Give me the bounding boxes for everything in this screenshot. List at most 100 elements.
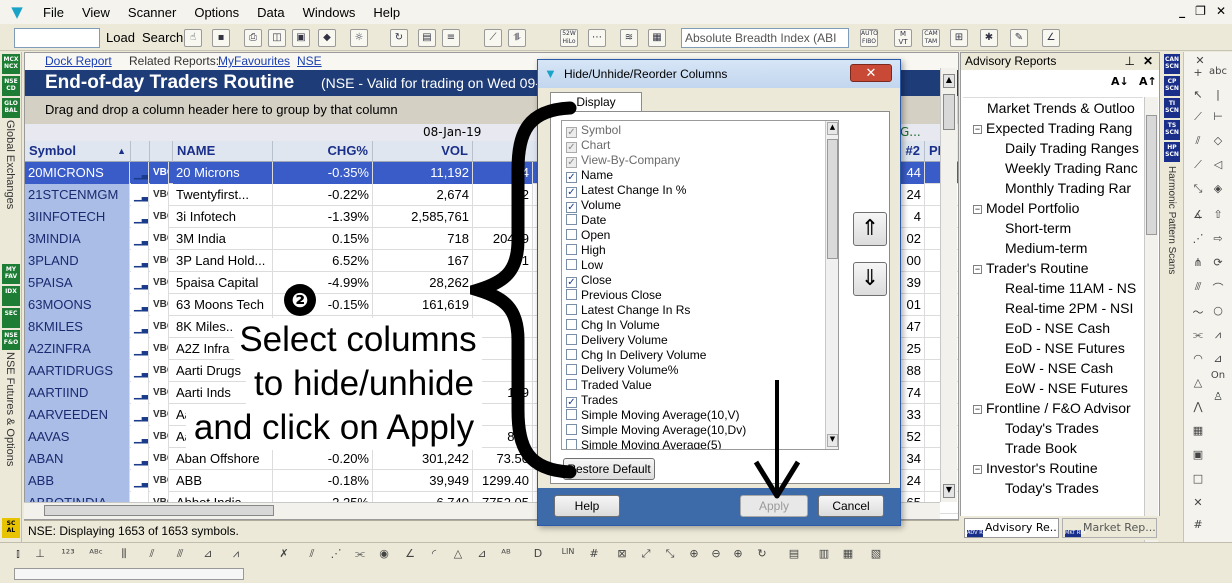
panel-close-icon[interactable]: ✕ (1143, 53, 1153, 69)
angle2-tool-icon[interactable]: ∠ (400, 547, 420, 563)
sec-badge[interactable]: SEC (2, 308, 20, 328)
tree-item[interactable]: EoD - NSE Cash (1005, 320, 1110, 336)
chart-cell[interactable]: ▁▃▅ (131, 470, 149, 492)
save-icon[interactable]: ▪ (212, 29, 230, 47)
vbc-icon[interactable]: VBC (153, 321, 168, 332)
scroll-thumb[interactable] (943, 94, 955, 130)
arc3-tool-icon[interactable]: ◜ (424, 547, 444, 563)
refresh-icon[interactable]: ↻ (390, 29, 408, 47)
tree-item[interactable]: Real-time 2PM - NSI (1005, 300, 1133, 316)
vbc-icon[interactable]: VBC (153, 365, 168, 376)
vbc-cell[interactable]: VBC (150, 448, 169, 470)
vbc-icon[interactable]: VBC (153, 343, 168, 354)
column-checkbox-item[interactable]: Delivery Volume (566, 333, 668, 348)
hash-tool-icon[interactable]: # (1188, 518, 1208, 536)
list-scroll-down-icon[interactable]: ▼ (827, 434, 838, 447)
shrink-tool-icon[interactable]: ⤡ (660, 547, 680, 563)
vbc-icon[interactable]: VBC (153, 255, 168, 266)
cross2-tool-icon[interactable]: ✗ (274, 547, 294, 563)
vbc-cell[interactable]: VBC (150, 250, 169, 272)
chart-cell[interactable]: ▁▃▅ (131, 338, 149, 360)
column-checkbox-item[interactable]: Simple Moving Average(10,Dv) (566, 423, 746, 438)
tree-item[interactable]: Today's Trades (1005, 480, 1099, 496)
vbc-cell[interactable]: VBC (150, 426, 169, 448)
hp-scan-badge[interactable]: HP SCN (1164, 142, 1180, 162)
on-toggle[interactable]: On (1208, 370, 1228, 388)
cp-scan-badge[interactable]: CP SCN (1164, 76, 1180, 96)
chart-cell[interactable]: ▁▃▅ (131, 360, 149, 382)
angle-icon[interactable]: ∠ (1042, 29, 1060, 47)
ruler-tool-icon[interactable]: ⊥ (30, 547, 50, 563)
ray-tool-icon[interactable]: ⟋ (1188, 110, 1208, 128)
vbc-cell[interactable]: VBC (150, 272, 169, 294)
print-icon[interactable]: ⎙ (244, 29, 262, 47)
more-icon[interactable]: ⋯ (588, 29, 606, 47)
vbc-cell[interactable]: VBC (150, 184, 169, 206)
my-fav-badge[interactable]: MY FAV (2, 264, 20, 284)
chart-cell[interactable]: ▁▃▅ (131, 382, 149, 404)
preview-icon[interactable]: ◫ (268, 29, 286, 47)
triangle-tool-icon[interactable]: △ (1188, 376, 1208, 394)
vbc-cell[interactable]: VBC (150, 228, 169, 250)
abc-tool-icon[interactable]: ᴬᴮᶜ (86, 547, 106, 563)
bands-icon[interactable]: ≋ (620, 29, 638, 47)
tree-item[interactable]: Real-time 11AM - NS (1005, 280, 1136, 296)
grid-tool-icon[interactable]: ▦ (1188, 424, 1208, 442)
mini-chart-icon[interactable]: ▁▃▅ (134, 257, 148, 268)
mini-chart-icon[interactable]: ▁▃▅ (134, 301, 148, 312)
hscroll-thumb[interactable] (44, 505, 274, 516)
numbers-tool-icon[interactable]: ¹²³ (58, 547, 78, 563)
col-header-vbc[interactable] (150, 141, 173, 162)
col-header-name[interactable]: NAME (173, 141, 273, 162)
vbc-icon[interactable]: VBC (153, 475, 168, 486)
vbc-cell[interactable]: VBC (150, 206, 169, 228)
shape-tool-icon[interactable]: ◇ (1208, 134, 1228, 152)
vbc-icon[interactable]: VBC (153, 167, 168, 178)
vbc-cell[interactable]: VBC (150, 162, 169, 184)
tree-item[interactable]: Trade Book (1005, 440, 1077, 456)
column-checkbox-item[interactable]: ✓ Latest Change In % (566, 183, 686, 198)
symbol-cell[interactable]: 5PAISA (25, 272, 130, 294)
tab-advisory-reports[interactable]: ADV REPAdvisory Re... (964, 518, 1059, 538)
scroll-down-icon[interactable]: ▼ (943, 484, 955, 498)
cam-tam-icon[interactable]: CAM TAM (922, 29, 940, 47)
mini-chart-icon[interactable]: ▁▃▅ (134, 323, 148, 334)
menu-file[interactable]: File (34, 5, 73, 20)
column-checkbox-item[interactable]: ✓ View-By-Company (566, 153, 680, 168)
sort-az-button[interactable]: A↓ (1111, 75, 1129, 88)
vbc-icon[interactable]: VBC (153, 277, 168, 288)
d-tool-icon[interactable]: D (528, 547, 548, 563)
load-button[interactable]: Load (102, 28, 139, 48)
can-scan-badge[interactable]: CAN SCN (1164, 54, 1180, 74)
ti-scan-badge[interactable]: TI SCN (1164, 98, 1180, 118)
step-tool-icon[interactable]: ⊿ (198, 547, 218, 563)
advisory-scrollbar[interactable] (1144, 97, 1158, 542)
cycle-tool-icon[interactable]: ⟳ (1208, 256, 1228, 274)
list-scroll-thumb[interactable] (827, 139, 838, 259)
fib-circle-icon[interactable]: ◉ (374, 547, 394, 563)
doc3-icon[interactable]: ▦ (838, 547, 858, 563)
scal-badge[interactable]: SC AL (2, 518, 20, 538)
mini-chart-icon[interactable]: ▁▃▅ (134, 367, 148, 378)
tools-icon[interactable]: ✎ (1010, 29, 1028, 47)
column-checkbox-item[interactable]: Chg In Delivery Volume (566, 348, 706, 363)
tri-tool-icon[interactable]: △ (448, 547, 468, 563)
tree-item[interactable]: − Frontline / F&O Advisor (973, 400, 1131, 416)
col-header-symbol[interactable]: Symbol ▲ (25, 141, 131, 162)
hash2-tool-icon[interactable]: # (584, 547, 604, 563)
tree-item[interactable]: EoW - NSE Futures (1005, 380, 1128, 396)
tree-item[interactable]: Market Trends & Outloo (987, 100, 1135, 116)
mini-chart-icon[interactable]: ▁▃▅ (134, 455, 148, 466)
vbc-cell[interactable]: VBC (150, 360, 169, 382)
chart-cell[interactable]: ▁▃▅ (131, 448, 149, 470)
doc2-icon[interactable]: ▥ (814, 547, 834, 563)
chart-cell[interactable]: ▁▃▅ (131, 228, 149, 250)
symbol-cell[interactable]: 3IINFOTECH (25, 206, 130, 228)
nse-cd-badge[interactable]: NSE CD (2, 76, 20, 96)
cross-tool-icon[interactable]: ✕ (1188, 496, 1208, 514)
vbc-icon[interactable]: VBC (153, 387, 168, 398)
symbol-cell[interactable]: ABAN (25, 448, 130, 470)
vbc-icon[interactable]: VBC (153, 431, 168, 442)
elliott-tool-icon[interactable]: ⋀ (1188, 400, 1208, 418)
chart-cell[interactable]: ▁▃▅ (131, 272, 149, 294)
